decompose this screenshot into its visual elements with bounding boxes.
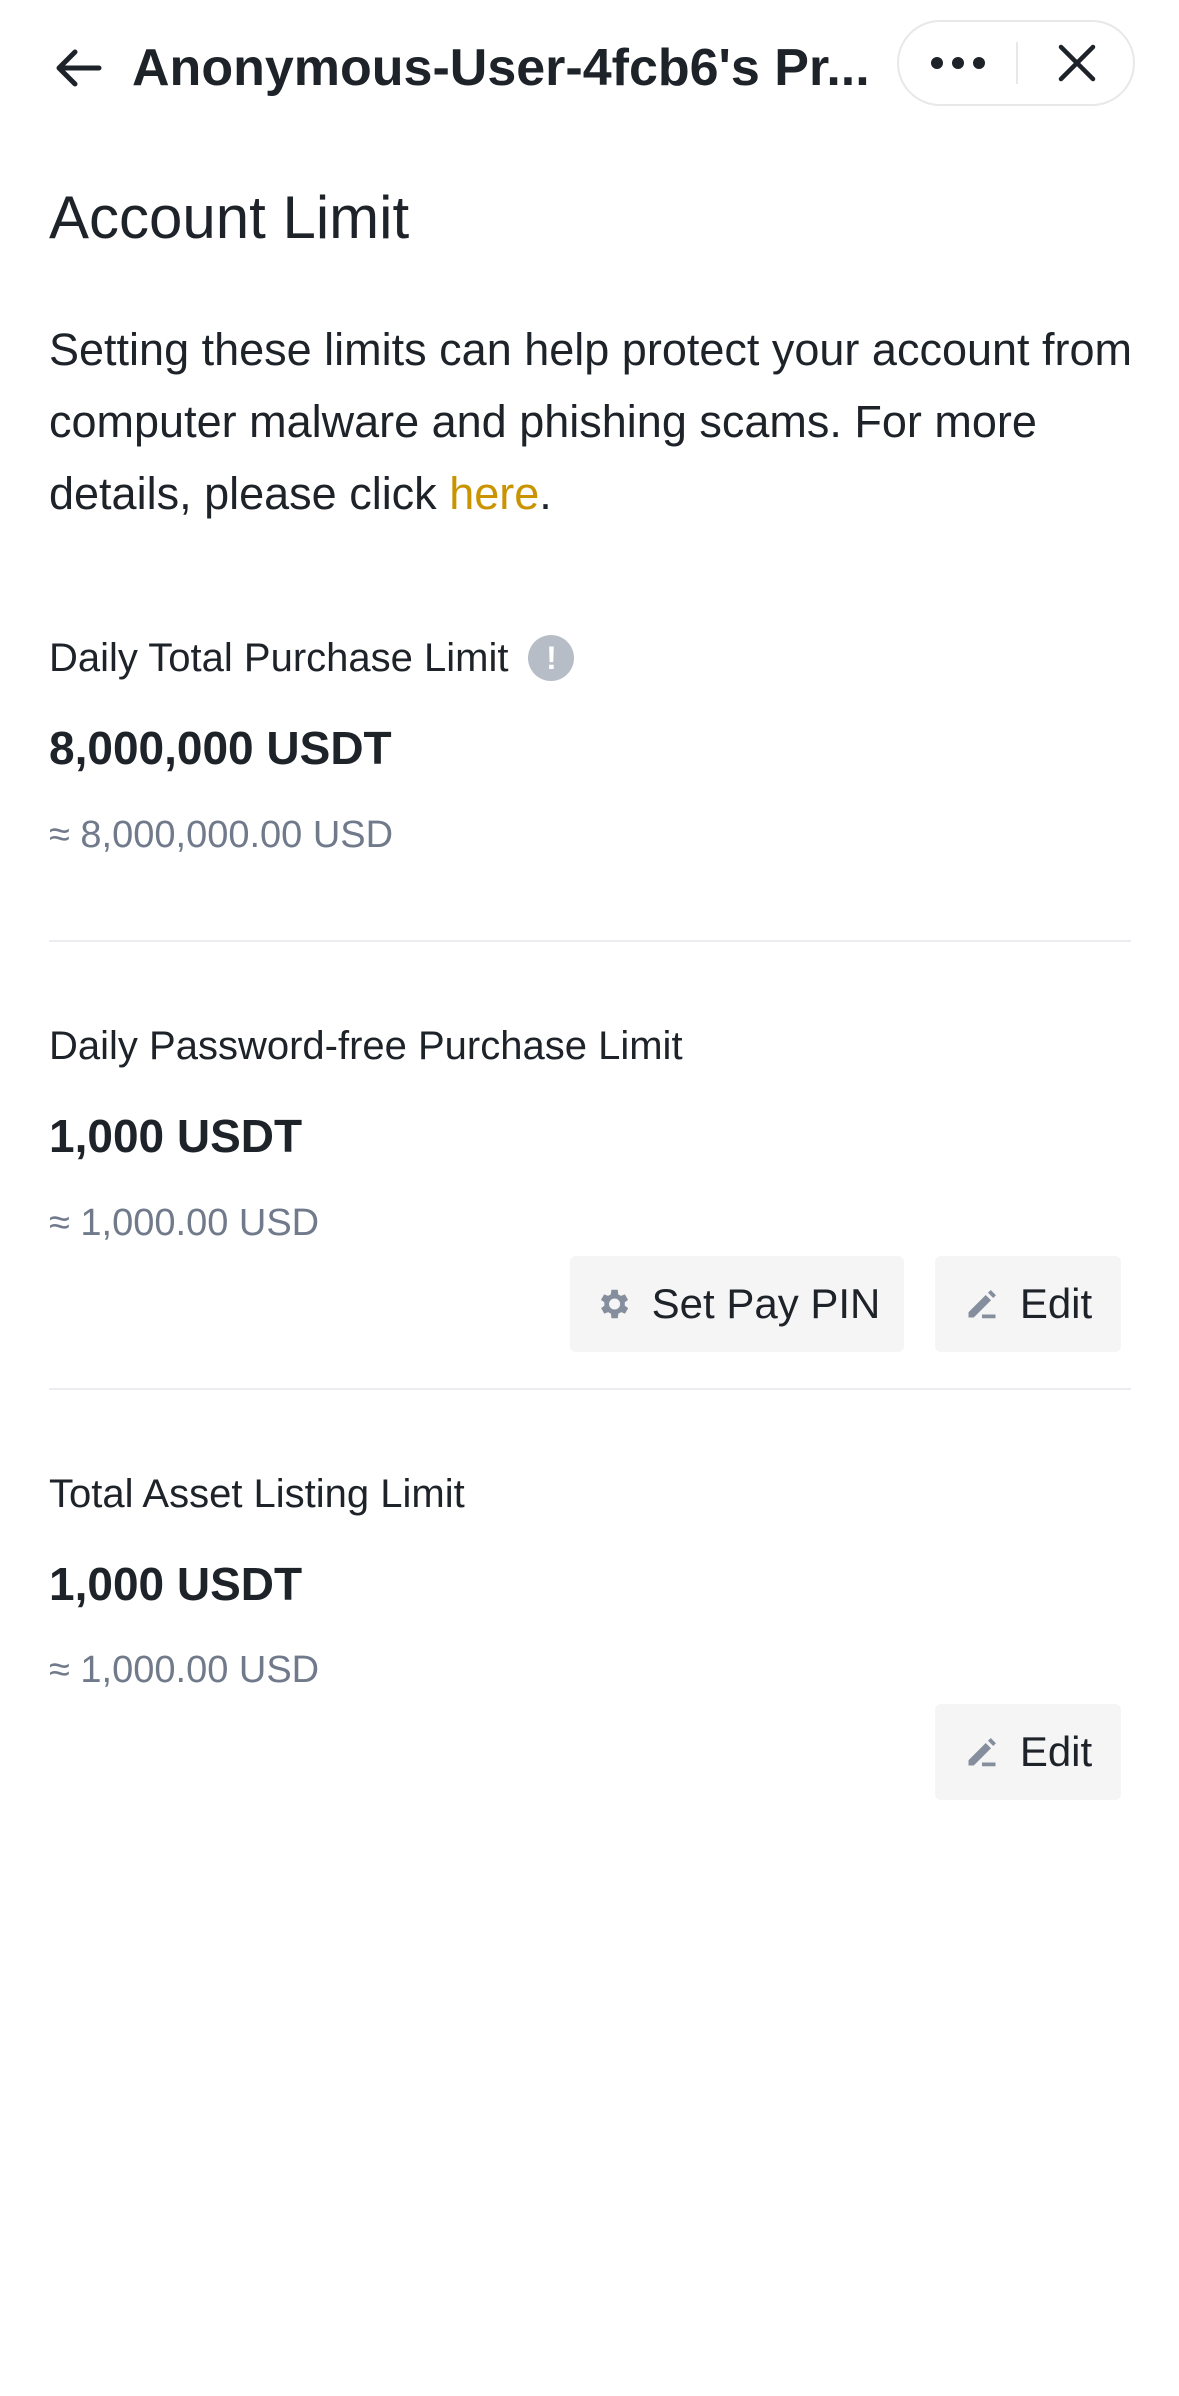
top-bar: Anonymous-User-4fcb6's Pr... [0, 0, 1179, 130]
limit-label-text: Total Asset Listing Limit [49, 1472, 465, 1516]
close-button[interactable] [1018, 22, 1135, 104]
account-limit-page: Anonymous-User-4fcb6's Pr... Account Lim… [0, 0, 1179, 2396]
total-asset-listing-approx: ≈ 1,000.00 USD [49, 1649, 320, 1691]
back-button[interactable] [50, 40, 106, 96]
close-icon [1058, 44, 1095, 82]
arrow-left-icon [56, 49, 102, 87]
daily-total-purchase-limit-label: Daily Total Purchase Limit ! [49, 630, 575, 686]
section-heading: Account Limit [49, 184, 410, 251]
more-horizontal-icon [931, 57, 985, 69]
set-pay-pin-label: Set Pay PIN [651, 1280, 881, 1327]
daily-total-purchase-amount: 8,000,000 USDT [49, 722, 392, 774]
edit-pencil-icon [968, 1290, 996, 1319]
total-asset-listing-amount: 1,000 USDT [49, 1558, 303, 1610]
page-title: Anonymous-User-4fcb6's Pr... [132, 39, 870, 97]
intro-text: Setting these limits can help protect yo… [49, 324, 1133, 519]
info-icon[interactable]: ! [528, 635, 575, 681]
section-divider [49, 940, 1131, 942]
intro-paragraph: Setting these limits can help protect yo… [49, 314, 1139, 530]
here-link[interactable]: here [449, 468, 539, 519]
more-button[interactable] [899, 22, 1017, 104]
edit-label: Edit [1019, 1280, 1093, 1327]
gear-icon [600, 1289, 628, 1319]
set-pay-pin-button[interactable]: Set Pay PIN [570, 1256, 904, 1352]
limit-label-text: Daily Password-free Purchase Limit [49, 1024, 683, 1068]
edit-label: Edit [1019, 1728, 1093, 1775]
daily-password-free-purchase-amount: 1,000 USDT [49, 1110, 303, 1162]
total-asset-listing-limit-label: Total Asset Listing Limit [49, 1466, 465, 1522]
daily-password-free-purchase-limit-label: Daily Password-free Purchase Limit [49, 1018, 683, 1074]
limit-label-text: Daily Total Purchase Limit [49, 636, 509, 680]
intro-end: . [539, 468, 552, 519]
daily-password-free-purchase-approx: ≈ 1,000.00 USD [49, 1202, 320, 1244]
section-divider [49, 1388, 1131, 1390]
edit-password-free-limit-button[interactable]: Edit [935, 1256, 1121, 1352]
edit-asset-listing-limit-button[interactable]: Edit [935, 1704, 1121, 1800]
daily-total-purchase-approx: ≈ 8,000,000.00 USD [49, 814, 394, 856]
mini-program-capsule [897, 20, 1135, 106]
edit-pencil-icon [968, 1738, 996, 1767]
